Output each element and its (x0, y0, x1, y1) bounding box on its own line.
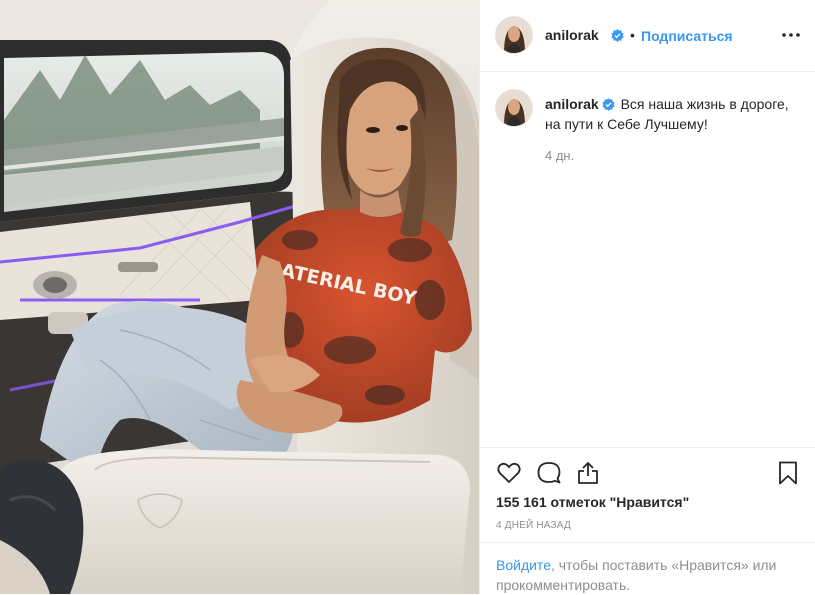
heart-icon[interactable] (496, 460, 522, 486)
bookmark-icon[interactable] (775, 460, 801, 486)
instagram-post: ATERIAL BOY anilorak • Подписаться anilo… (0, 0, 815, 594)
login-prompt: Войдите, чтобы поставить «Нравится» или … (496, 555, 796, 595)
follow-button[interactable]: Подписаться (641, 28, 733, 44)
caption-body: anilorak Вся наша жизнь в дороге, на пут… (545, 94, 801, 134)
car-interior-photo: ATERIAL BOY (0, 0, 479, 594)
user-avatar-icon (496, 90, 532, 126)
user-avatar-icon (496, 17, 532, 53)
login-prompt-bar: Войдите, чтобы поставить «Нравится» или … (480, 542, 815, 593)
likes-count[interactable]: 155 161 отметок "Нравится" (496, 494, 689, 510)
post-header: anilorak • Подписаться (480, 0, 815, 72)
post-side-panel: anilorak • Подписаться anilorak Вся наша… (479, 0, 815, 594)
caption-username[interactable]: anilorak (545, 96, 599, 112)
comment-icon[interactable] (536, 460, 562, 486)
caption-age: 4 дн. (545, 148, 575, 163)
verified-badge-icon (602, 98, 615, 111)
more-options-icon[interactable] (780, 26, 802, 44)
post-photo[interactable]: ATERIAL BOY (0, 0, 479, 594)
author-avatar[interactable] (496, 17, 532, 53)
post-actions: 155 161 отметок "Нравится" 4 ДНЕЙ НАЗАД … (480, 447, 815, 593)
login-link[interactable]: Войдите (496, 557, 551, 573)
likes-suffix: отметок "Нравится" (550, 494, 690, 510)
post-date: 4 ДНЕЙ НАЗАД (496, 520, 571, 531)
header-separator: • (630, 27, 635, 43)
caption-author-avatar[interactable] (496, 90, 532, 126)
share-icon[interactable] (575, 460, 601, 486)
likes-number: 155 161 (496, 494, 547, 510)
verified-badge-icon (611, 29, 624, 42)
author-username[interactable]: anilorak (545, 27, 599, 43)
